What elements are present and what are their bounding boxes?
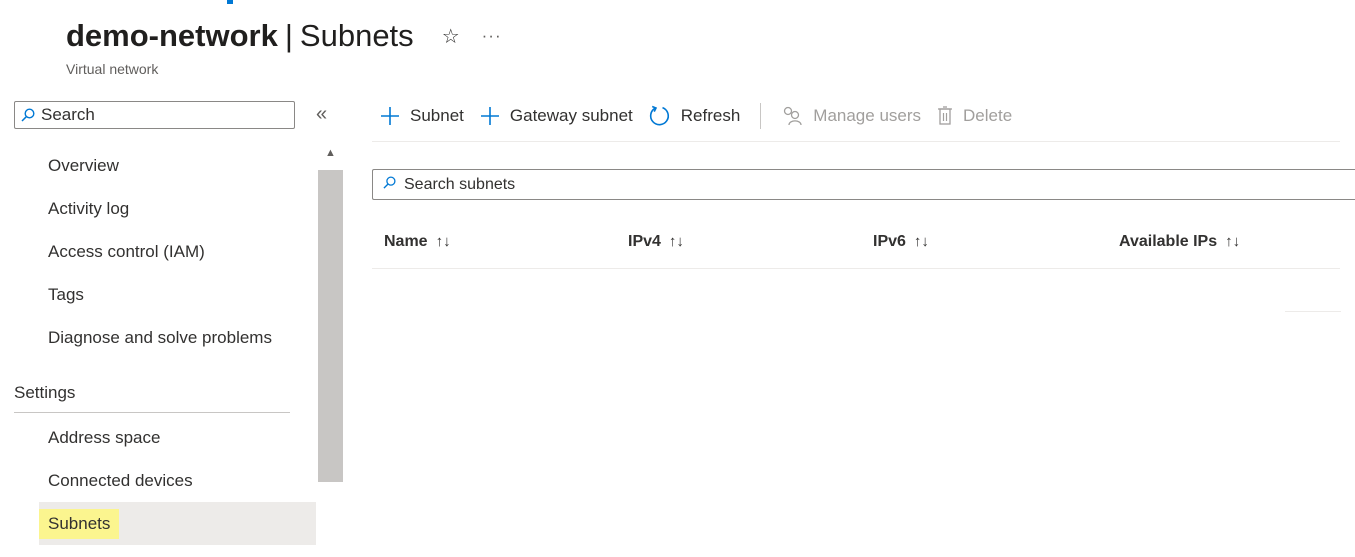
add-subnet-button[interactable]: Subnet: [380, 106, 464, 126]
page-name: Subnets: [299, 18, 414, 53]
sidebar-item-tags[interactable]: Tags: [39, 273, 316, 316]
toolbar-divider: [372, 141, 1340, 142]
column-label: Available IPs: [1119, 233, 1218, 250]
more-options-button[interactable]: ···: [482, 26, 502, 46]
command-bar: Subnet Gateway subnet Refresh Manage use…: [380, 100, 1028, 132]
title-separator: |: [284, 18, 293, 53]
resource-type: Virtual network: [66, 61, 159, 77]
sort-icon[interactable]: ↑↓: [436, 233, 451, 250]
manage-users-button[interactable]: Manage users: [781, 106, 921, 126]
breadcrumb-fragment: [227, 0, 233, 4]
subnet-search[interactable]: [372, 169, 1355, 200]
refresh-icon: [649, 105, 669, 126]
refresh-label: Refresh: [680, 106, 741, 125]
sidebar-item-label: Overview: [48, 155, 119, 175]
page-header: demo-network | Subnets ☆ ··· Virtual net…: [66, 14, 502, 77]
sidebar-item-address-space[interactable]: Address space: [39, 416, 316, 459]
add-gateway-subnet-button[interactable]: Gateway subnet: [480, 106, 633, 126]
scroll-up-icon[interactable]: ▲: [318, 147, 343, 159]
people-icon: [784, 106, 802, 126]
search-icon: [21, 108, 35, 122]
column-header-name[interactable]: Name ↑↓: [384, 233, 451, 251]
table-header: Name ↑↓ IPv4 ↑↓ IPv6 ↑↓ Available IPs ↑↓: [384, 233, 1344, 257]
sort-icon[interactable]: ↑↓: [1225, 233, 1240, 250]
column-header-ipv6[interactable]: IPv6 ↑↓: [873, 233, 929, 251]
sidebar-item-connected-devices[interactable]: Connected devices: [39, 459, 316, 502]
manage-users-label: Manage users: [813, 106, 922, 125]
plus-icon: [480, 107, 499, 125]
sidebar-item-subnets[interactable]: Subnets: [39, 502, 316, 545]
sidebar-item-overview[interactable]: Overview: [39, 144, 316, 187]
toolbar-separator: [760, 103, 762, 129]
table-header-divider: [372, 268, 1340, 269]
column-header-ipv4[interactable]: IPv4 ↑↓: [628, 233, 684, 251]
plus-icon: [381, 107, 399, 125]
sidebar-item-activity-log[interactable]: Activity log: [39, 187, 316, 230]
scrollbar-thumb[interactable]: [318, 170, 343, 482]
sidebar-search[interactable]: [14, 101, 295, 129]
column-label: IPv6: [873, 233, 906, 250]
sidebar-divider: [14, 412, 290, 413]
column-label: Name: [384, 233, 428, 250]
add-gateway-subnet-label: Gateway subnet: [509, 106, 633, 125]
collapse-sidebar-icon[interactable]: «: [316, 103, 327, 126]
delete-label: Delete: [963, 106, 1013, 125]
resource-name: demo-network: [66, 18, 278, 53]
sidebar-item-label: Diagnose and solve problems: [48, 327, 272, 347]
delete-button[interactable]: Delete: [937, 106, 1012, 126]
sort-icon[interactable]: ↑↓: [669, 233, 684, 250]
sidebar-section-settings: Settings: [14, 383, 76, 402]
sort-icon[interactable]: ↑↓: [914, 233, 929, 250]
sidebar-item-label: Connected devices: [48, 470, 193, 490]
sidebar-search-input[interactable]: [39, 104, 283, 126]
add-subnet-label: Subnet: [410, 106, 464, 125]
sidebar-item-diagnose[interactable]: Diagnose and solve problems: [39, 316, 316, 359]
sidebar-item-label: Activity log: [48, 198, 130, 218]
refresh-button[interactable]: Refresh: [649, 105, 741, 127]
table-empty-divider: [1285, 311, 1341, 312]
page-title: demo-network | Subnets ☆ ···: [66, 14, 502, 58]
sidebar-item-label: Access control (IAM): [48, 241, 205, 261]
sidebar-item-label: Tags: [48, 284, 84, 304]
sidebar-item-label: Address space: [48, 427, 161, 447]
trash-icon: [938, 106, 953, 125]
sidebar-item-access-control[interactable]: Access control (IAM): [39, 230, 316, 273]
star-icon[interactable]: ☆: [442, 24, 460, 49]
column-header-available-ips[interactable]: Available IPs ↑↓: [1119, 233, 1240, 251]
search-icon: [383, 175, 396, 194]
sidebar-item-label: Subnets: [39, 508, 120, 539]
column-label: IPv4: [628, 233, 661, 250]
subnet-search-input[interactable]: [402, 174, 1306, 195]
